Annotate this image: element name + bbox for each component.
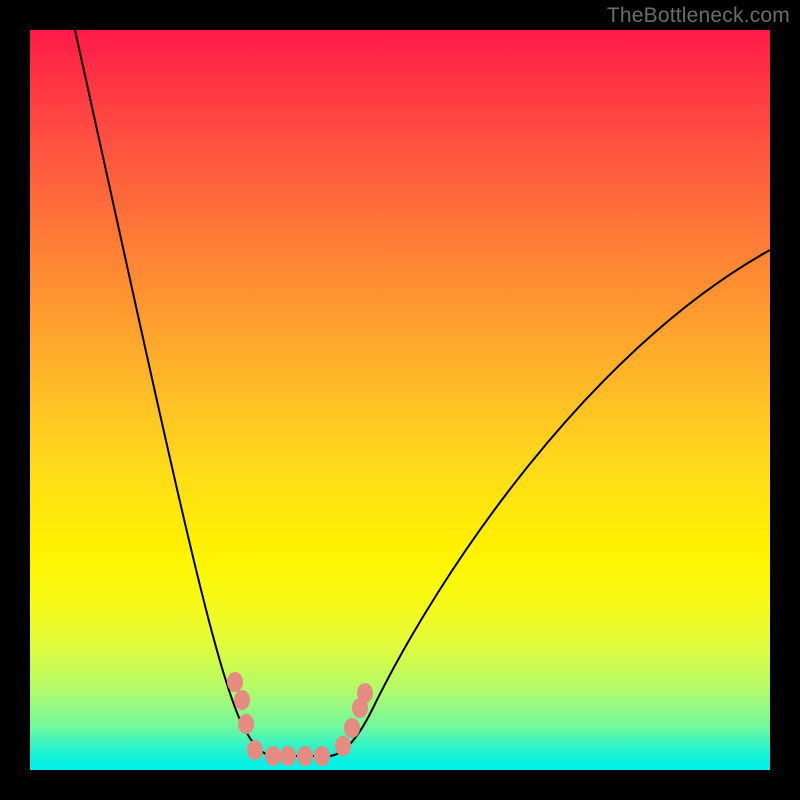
data-marker bbox=[357, 683, 373, 703]
watermark-text: TheBottleneck.com bbox=[607, 4, 790, 28]
data-marker bbox=[344, 718, 360, 738]
data-marker bbox=[238, 714, 254, 734]
chart-frame: TheBottleneck.com bbox=[0, 0, 800, 800]
data-marker bbox=[265, 746, 281, 766]
right-curve bbox=[302, 250, 770, 756]
data-marker bbox=[314, 746, 330, 766]
chart-svg bbox=[30, 30, 770, 770]
data-marker bbox=[280, 746, 296, 766]
data-marker bbox=[227, 672, 243, 692]
plot-area bbox=[30, 30, 770, 770]
data-marker bbox=[247, 740, 263, 760]
data-marker bbox=[335, 736, 351, 756]
left-curve bbox=[75, 30, 302, 756]
data-marker bbox=[297, 746, 313, 766]
data-marker bbox=[234, 690, 250, 710]
